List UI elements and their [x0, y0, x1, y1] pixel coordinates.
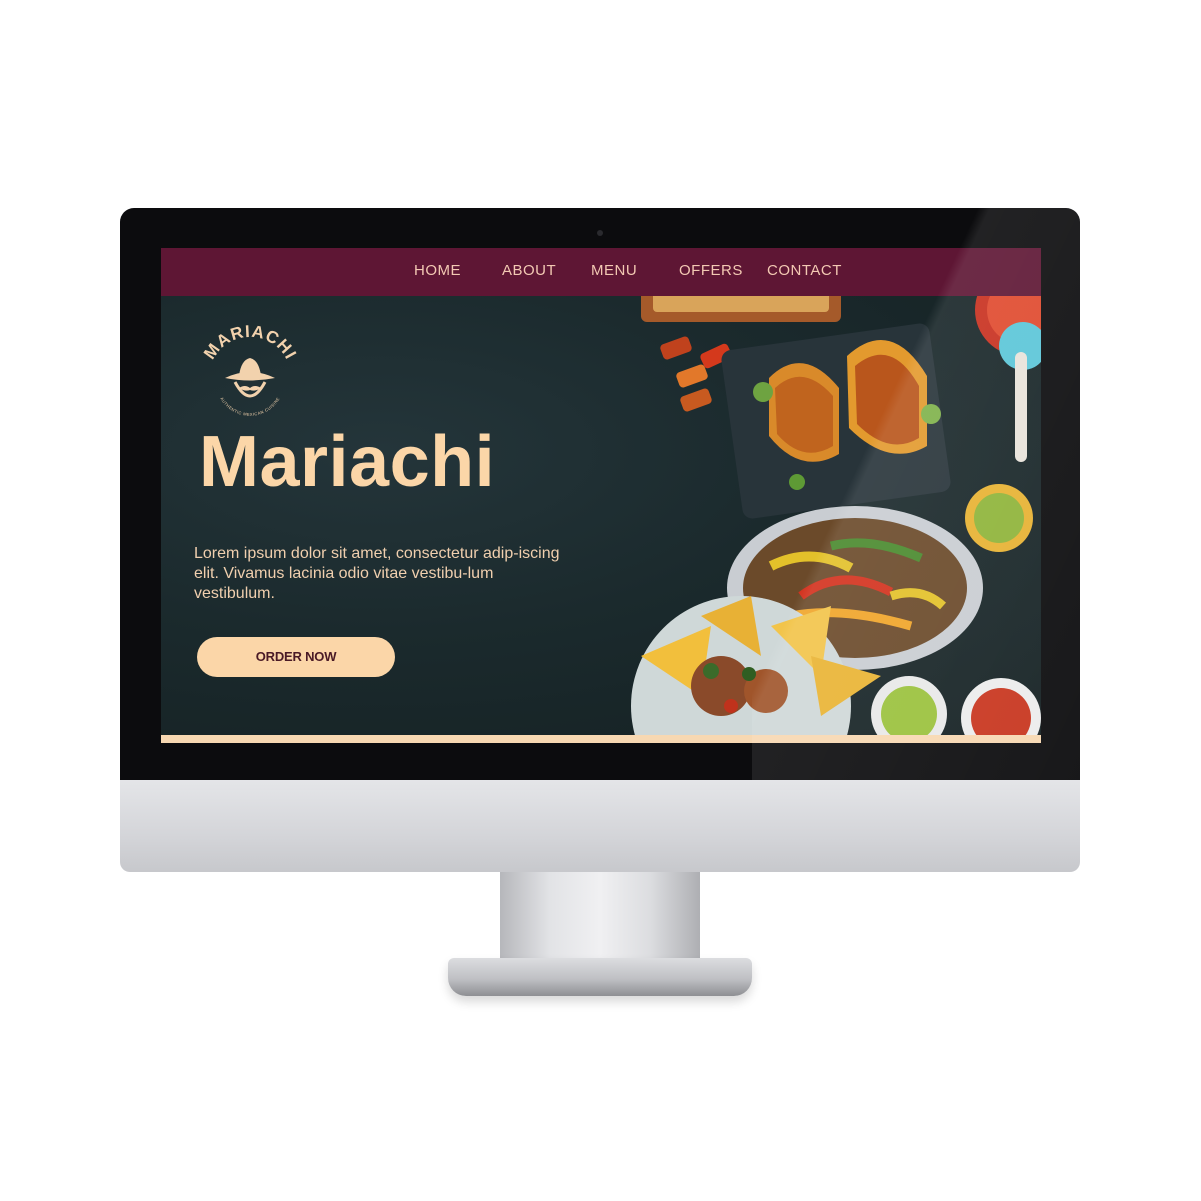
logo-text: MARIACHI: [200, 322, 299, 363]
order-now-button[interactable]: ORDER NOW: [197, 637, 395, 677]
svg-text:AUTHENTIC MEXICAN CUISINE: AUTHENTIC MEXICAN CUISINE: [219, 396, 280, 417]
mariachi-logo: MARIACHI AUTHENTIC MEXICAN CUISINE: [200, 322, 300, 417]
monitor-stand-base: [448, 958, 752, 996]
hero-bottom-strip: [161, 735, 1041, 743]
hero-paragraph: Lorem ipsum dolor sit amet, consectetur …: [194, 545, 560, 602]
nav-offers[interactable]: OFFERS: [679, 262, 743, 279]
monitor-chin: [120, 780, 1080, 872]
monitor-stand-neck: [500, 872, 700, 962]
camera-icon: [597, 230, 603, 236]
nav-about[interactable]: ABOUT: [502, 262, 556, 279]
nav-menu[interactable]: MENU: [591, 262, 637, 279]
hero-section: MARIACHI AUTHENTIC MEXICAN CUISINE Maria…: [161, 296, 1041, 736]
nav-home[interactable]: HOME: [414, 262, 461, 279]
top-navigation: HOME ABOUT MENU OFFERS CONTACT: [161, 248, 1041, 296]
stage: HOME ABOUT MENU OFFERS CONTACT MARIACHI: [0, 0, 1201, 1201]
nav-contact[interactable]: CONTACT: [767, 262, 842, 279]
logo-subtext: AUTHENTIC MEXICAN CUISINE: [219, 396, 280, 417]
website-screen: HOME ABOUT MENU OFFERS CONTACT MARIACHI: [161, 248, 1041, 743]
hero-title: Mariachi: [199, 422, 496, 502]
mexican-food-photo-icon: [631, 296, 1041, 736]
svg-text:MARIACHI: MARIACHI: [200, 322, 300, 363]
